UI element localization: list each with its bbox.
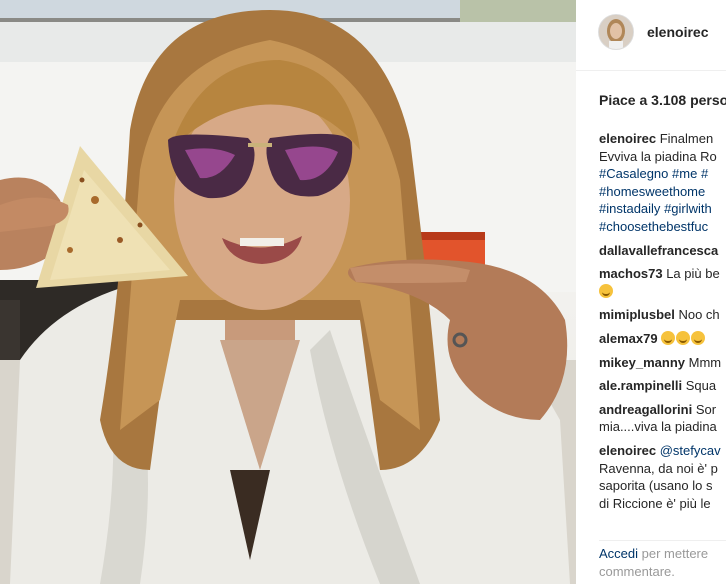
comment-username[interactable]: elenoirec xyxy=(599,443,656,458)
selfie-image xyxy=(0,0,576,584)
comments-list: elenoirec Finalmen Evviva la piadina Ro #C… xyxy=(599,130,726,518)
comment-mention[interactable]: @stefycav xyxy=(660,443,721,458)
comment-username[interactable]: alemax79 xyxy=(599,331,658,346)
comment-item: andreagallorini Sor mia....viva la piadin… xyxy=(599,401,726,436)
hashtag-link[interactable]: #choosethebestfuc xyxy=(599,219,708,234)
comment-line: machos73 La più be xyxy=(599,265,726,283)
comment-line: mia....viva la piadina xyxy=(599,418,726,436)
comment-line: Ravenna, da noi è' p xyxy=(599,460,726,478)
smiley-emoji-icon xyxy=(599,283,613,298)
comment-text: Ravenna, da noi è' p xyxy=(599,460,718,476)
login-prompt: Accedi per mettere commentare. xyxy=(599,540,726,580)
hashtag-link[interactable]: #Casalegno xyxy=(599,166,668,181)
comment-username[interactable]: machos73 xyxy=(599,266,663,281)
comment-line: #instadaily #girlwith xyxy=(599,200,726,218)
login-prompt-text-2: commentare. xyxy=(599,563,675,579)
comment-item: mimiplusbel Noo ch xyxy=(599,306,726,324)
comment-text: Sor xyxy=(692,401,717,417)
smiley-emoji-icon xyxy=(661,330,676,345)
comment-text: Squa xyxy=(682,378,717,394)
comment-text: La più be xyxy=(662,266,720,282)
comment-username[interactable]: elenoirec xyxy=(599,131,656,146)
comment-line: andreagallorini Sor xyxy=(599,401,726,419)
smiley-emoji-icon xyxy=(691,330,706,345)
comment-text: Finalmen xyxy=(656,131,714,146)
comment-line: saporita (usano lo s xyxy=(599,477,726,495)
post-header: elenoirec xyxy=(576,0,726,71)
comment-line: #homesweethome xyxy=(599,183,726,201)
comment-item: ale.rampinelli Squa xyxy=(599,377,726,395)
comment-item: machos73 La più be xyxy=(599,265,726,300)
login-link[interactable]: Accedi xyxy=(599,546,638,561)
comment-line: elenoirec @stefycav xyxy=(599,442,726,460)
comment-line: dallavallefrancesca xyxy=(599,242,726,260)
hashtag-link[interactable]: # xyxy=(701,166,708,181)
post-photo xyxy=(0,0,576,584)
likes-count[interactable]: Piace a 3.108 perso xyxy=(599,92,726,108)
comment-item: dallavallefrancesca xyxy=(599,242,726,260)
comment-username[interactable]: ale.rampinelli xyxy=(599,378,682,393)
comment-username[interactable]: mikey_manny xyxy=(599,355,685,370)
hashtag-link[interactable]: #homesweethome xyxy=(599,184,705,199)
login-prompt-text: per mettere xyxy=(638,546,709,561)
smiley-emoji-icon xyxy=(676,330,691,345)
comment-line: mimiplusbel Noo ch xyxy=(599,306,726,324)
hashtag-link[interactable]: #instadaily xyxy=(599,201,660,216)
post-sidebar: elenoirec Piace a 3.108 perso elenoirec … xyxy=(576,0,726,584)
comment-text: mia....viva la piadina xyxy=(599,419,717,435)
comment-text: Evviva la piadina Ro xyxy=(599,148,717,164)
post-author-username[interactable]: elenoirec xyxy=(647,24,708,40)
comment-line: ale.rampinelli Squa xyxy=(599,377,726,395)
comment-username[interactable]: andreagallorini xyxy=(599,402,692,417)
comment-line: #choosethebestfuc xyxy=(599,218,726,236)
comment-line xyxy=(599,283,726,301)
comment-line: #Casalegno #me # xyxy=(599,165,726,183)
hashtag-link[interactable]: #girlwith xyxy=(664,201,712,216)
comment-text: di Riccione è' più le xyxy=(599,495,711,511)
comment-text: saporita (usano lo s xyxy=(599,478,713,494)
avatar[interactable] xyxy=(598,14,634,50)
comment-line: alemax79 xyxy=(599,330,726,348)
comment-line: Evviva la piadina Ro xyxy=(599,148,726,166)
comment-text: Noo ch xyxy=(674,307,720,323)
comment-item: elenoirec Finalmen Evviva la piadina Ro #C… xyxy=(599,130,726,236)
hashtag-link[interactable]: #me xyxy=(672,166,697,181)
comment-item: mikey_manny Mmm xyxy=(599,354,726,372)
comment-item: elenoirec @stefycav Ravenna, da noi è' ps… xyxy=(599,442,726,512)
avatar-image xyxy=(599,15,633,49)
comment-line: di Riccione è' più le xyxy=(599,495,726,513)
comment-item: alemax79 xyxy=(599,330,726,348)
comment-text: Mmm xyxy=(685,354,722,370)
comment-line: elenoirec Finalmen xyxy=(599,130,726,148)
comment-line: mikey_manny Mmm xyxy=(599,354,726,372)
comment-username[interactable]: dallavallefrancesca xyxy=(599,243,718,258)
comment-username[interactable]: mimiplusbel xyxy=(599,307,675,322)
